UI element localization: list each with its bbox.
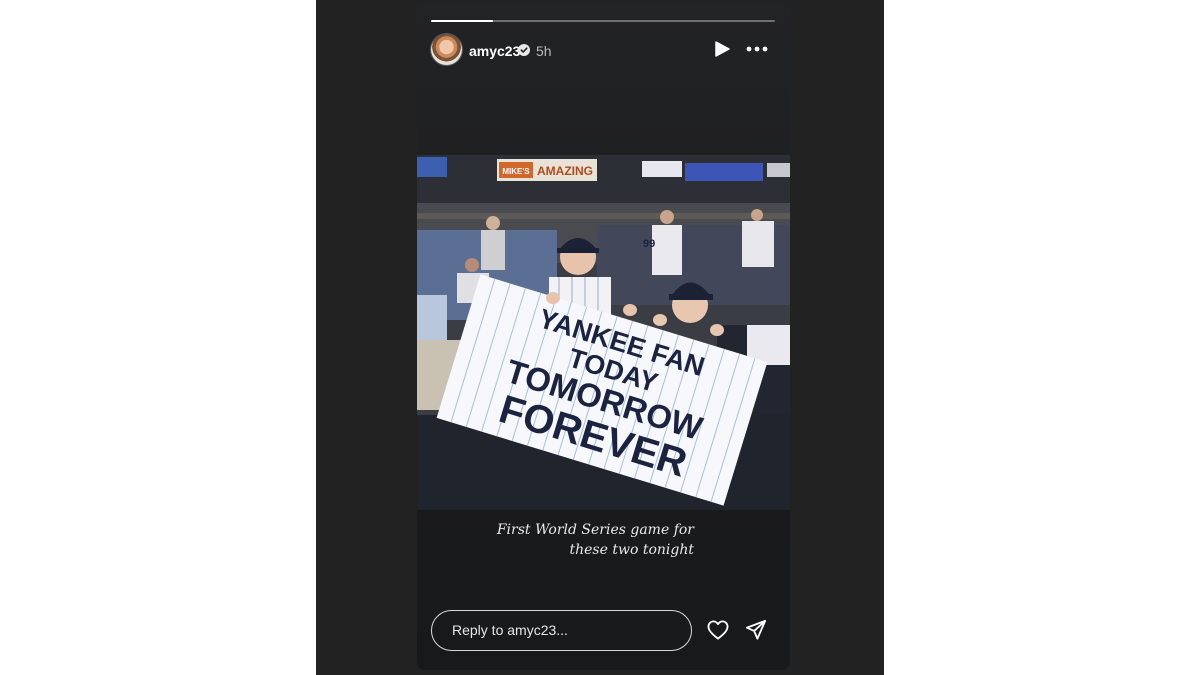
play-icon[interactable]	[714, 41, 730, 57]
author-avatar[interactable]	[431, 34, 462, 65]
heart-icon[interactable]	[707, 620, 729, 640]
story-progress-fill	[431, 20, 493, 22]
verified-badge-icon	[518, 44, 530, 56]
send-icon[interactable]	[745, 619, 767, 641]
story-photo: MIKE'S AMAZING 99 YANKEE FAN TODAY TOMOR…	[417, 155, 790, 510]
story-viewer: amyc23 5h MIKE'S AMAZING 99 YANKEE FAN T…	[417, 3, 790, 670]
scoreboard-text: AMAZING	[537, 164, 593, 178]
scoreboard-prefix: MIKE'S	[502, 167, 530, 176]
reply-input[interactable]	[450, 621, 674, 639]
story-caption: First World Series game for these two to…	[434, 520, 694, 560]
more-options-icon[interactable]	[745, 41, 769, 57]
author-username[interactable]: amyc23	[469, 43, 520, 59]
reply-box[interactable]	[431, 610, 692, 651]
svg-text:99: 99	[643, 238, 655, 250]
caption-line: these two tonight	[569, 542, 695, 558]
story-progress-bar	[431, 20, 775, 22]
caption-line: First World Series game for	[496, 522, 694, 538]
post-time: 5h	[536, 43, 552, 59]
